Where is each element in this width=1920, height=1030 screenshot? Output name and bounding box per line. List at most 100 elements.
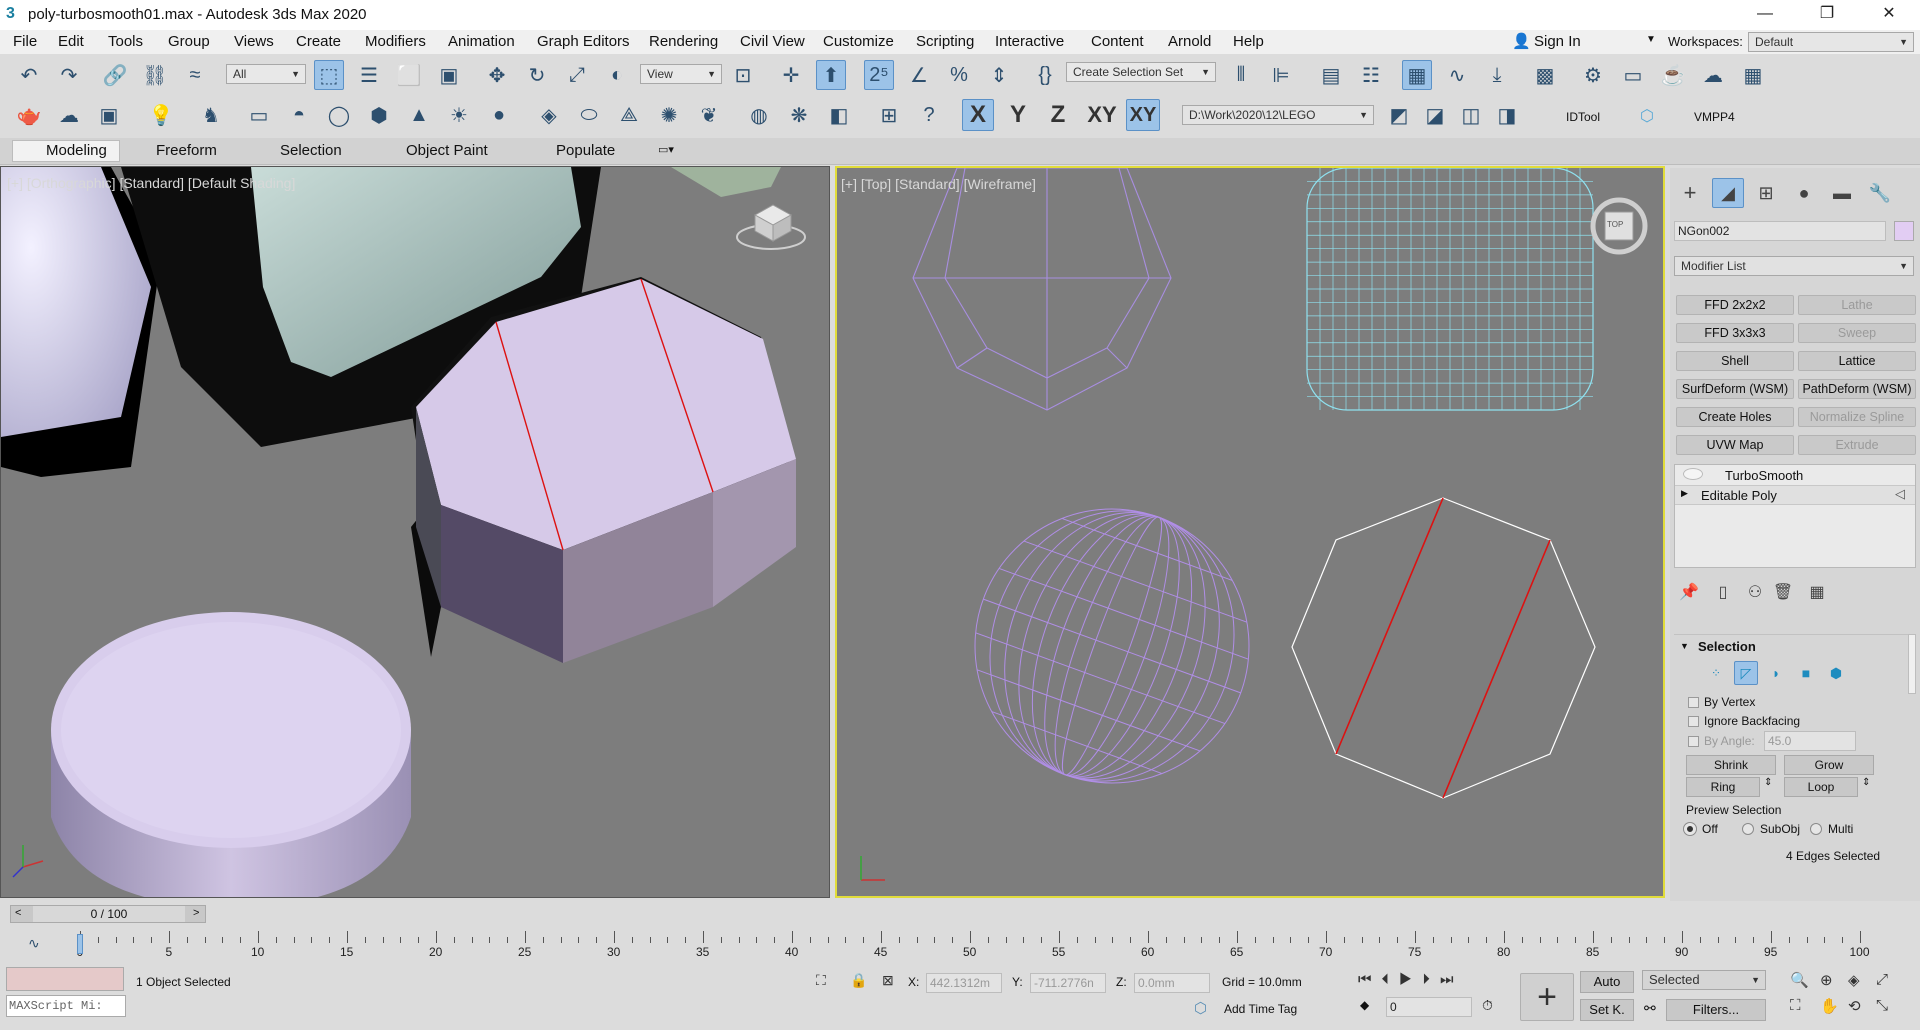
box-primitive-icon[interactable]: ▭	[244, 100, 274, 130]
set-key-big-icon[interactable]: +	[1520, 973, 1574, 1021]
time-slider-label[interactable]: 0 / 100	[33, 906, 185, 922]
selection-rollout-title[interactable]: Selection	[1698, 639, 1756, 654]
zoom-all-icon[interactable]: ⊕	[1820, 971, 1833, 989]
render-region-icon[interactable]: ◧	[824, 100, 854, 130]
go-to-end-icon[interactable]: ⏭	[1440, 971, 1464, 988]
cone-primitive-icon[interactable]: ▲	[404, 100, 434, 130]
menu-group[interactable]: Group	[168, 33, 210, 50]
particles-icon[interactable]: ❋	[784, 100, 814, 130]
modifier-lathe-button[interactable]: Lathe	[1798, 295, 1916, 315]
play-icon[interactable]: ▶	[1399, 971, 1422, 988]
z-coordinate-field[interactable]: 0.0mm	[1134, 973, 1210, 993]
object-color-swatch[interactable]	[1894, 221, 1914, 241]
torus-primitive-icon[interactable]: ◯	[324, 100, 354, 130]
select-by-name-icon[interactable]: ☰	[354, 60, 384, 90]
maximize-button[interactable]: ❐	[1804, 0, 1850, 30]
schematic-view-icon[interactable]: ⤓	[1482, 60, 1512, 90]
render-gallery-icon[interactable]: ▦	[1738, 60, 1768, 90]
bind-space-warp-icon[interactable]: ≈	[180, 60, 210, 90]
tab-selection[interactable]: Selection	[280, 142, 342, 159]
layer-tool-1-icon[interactable]: ◩	[1384, 100, 1414, 130]
previous-frame-icon[interactable]: ⏴	[1382, 971, 1400, 988]
menu-help[interactable]: Help	[1233, 33, 1264, 50]
modifier-extrude-button[interactable]: Extrude	[1798, 435, 1916, 455]
ring-spinner-icon[interactable]: ⇕	[1764, 777, 1772, 788]
percent-snap-icon[interactable]: %	[944, 60, 974, 90]
layer-tool-2-icon[interactable]: ◪	[1420, 100, 1450, 130]
foliage-icon[interactable]: ❦	[694, 100, 724, 130]
selection-set-dropdown[interactable]: Create Selection Set	[1066, 62, 1216, 82]
idtool-button[interactable]: IDTool	[1566, 110, 1600, 124]
close-button[interactable]: ✕	[1866, 0, 1912, 30]
dome-primitive-icon[interactable]: ◓	[284, 100, 314, 130]
selection-lock-icon[interactable]: 🔒	[850, 972, 867, 989]
ref-coord-dropdown[interactable]: View	[640, 64, 722, 84]
ignore-backfacing-checkbox[interactable]	[1688, 716, 1699, 727]
preview-multi-radio[interactable]	[1810, 823, 1822, 835]
modify-panel-icon[interactable]: ◢	[1712, 178, 1744, 208]
edit-named-selection-icon[interactable]: {}	[1030, 60, 1060, 90]
ring-button[interactable]: Ring	[1686, 777, 1760, 797]
menu-arnold[interactable]: Arnold	[1168, 33, 1211, 50]
modifier-sweep-button[interactable]: Sweep	[1798, 323, 1916, 343]
absolute-mode-icon[interactable]: ⊠	[882, 972, 894, 989]
modifier-surfdeform-button[interactable]: SurfDeform (WSM)	[1676, 379, 1794, 399]
shrink-button[interactable]: Shrink	[1686, 755, 1776, 775]
constrain-z-button[interactable]: Z	[1042, 99, 1074, 131]
link-icon[interactable]: 🔗	[100, 60, 130, 90]
menu-civil-view[interactable]: Civil View	[740, 33, 805, 50]
render-setup-icon[interactable]: ⚙	[1578, 60, 1608, 90]
rect-selection-icon[interactable]: ⬜	[394, 60, 424, 90]
capsule-icon[interactable]: ⬭	[574, 100, 604, 130]
teapot-icon[interactable]: 🫖	[14, 100, 44, 130]
window-crossing-icon[interactable]: ▣	[434, 60, 464, 90]
display-panel-icon[interactable]: ▬	[1826, 178, 1858, 208]
tab-freeform[interactable]: Freeform	[156, 142, 217, 159]
angle-snap-icon[interactable]: ∠	[904, 60, 934, 90]
unlink-icon[interactable]: ⛓	[140, 60, 170, 90]
toggle-scene-explorer-icon[interactable]: ▤	[1316, 60, 1346, 90]
light-bulb-icon[interactable]: 💡	[146, 100, 176, 130]
menu-customize[interactable]: Customize	[823, 33, 894, 50]
place-icon[interactable]: ◐	[602, 60, 632, 90]
undo-icon[interactable]: ↶	[14, 60, 44, 90]
hierarchy-panel-icon[interactable]: ⊞	[1750, 178, 1782, 208]
viewport-orthographic-label[interactable]: [+] [Orthographic] [Standard] [Default S…	[7, 175, 295, 191]
help-circle-icon[interactable]: ?	[914, 100, 944, 130]
by-angle-spinner[interactable]: 45.0	[1764, 731, 1856, 751]
modifier-lattice-button[interactable]: Lattice	[1798, 351, 1916, 371]
polygon-level-icon[interactable]: ■	[1794, 661, 1818, 685]
create-panel-icon[interactable]: +	[1674, 178, 1706, 208]
auto-key-button[interactable]: Auto	[1580, 971, 1634, 993]
key-filter-dropdown[interactable]: Selected	[1642, 970, 1766, 990]
pan-view-icon[interactable]: ✋	[1820, 997, 1839, 1015]
menu-create[interactable]: Create	[296, 33, 341, 50]
sun-icon[interactable]: ☀	[444, 100, 474, 130]
key-mode-icon[interactable]: ◆	[1360, 998, 1369, 1012]
tab-populate[interactable]: Populate	[556, 142, 615, 159]
preview-subobj-radio[interactable]	[1742, 823, 1754, 835]
key-mode-toggle-icon[interactable]: ⚯	[1644, 1000, 1656, 1017]
loop-spinner-icon[interactable]: ⇕	[1862, 777, 1870, 788]
configure-modifier-sets-icon[interactable]: ▦	[1804, 580, 1830, 604]
modifier-create-holes-button[interactable]: Create Holes	[1676, 407, 1794, 427]
zoom-icon[interactable]: 🔍	[1790, 971, 1809, 989]
scale-icon[interactable]: ⤢	[562, 60, 592, 90]
sphere-blue-icon[interactable]: ◍	[744, 100, 774, 130]
viewport-top-label[interactable]: [+] [Top] [Standard] [Wireframe]	[841, 176, 1036, 192]
isolate-selection-icon[interactable]: ⛶	[816, 972, 826, 989]
ribbon-options-icon[interactable]: ▭▾	[658, 143, 674, 156]
modifier-uvw-map-button[interactable]: UVW Map	[1676, 435, 1794, 455]
edge-level-icon[interactable]: ◸	[1734, 661, 1758, 685]
viewcube-icon[interactable]	[736, 204, 806, 250]
render-in-cloud-icon[interactable]: ☁	[1698, 60, 1728, 90]
element-level-icon[interactable]: ⬢	[1824, 661, 1848, 685]
select-manipulate-icon[interactable]: ✛	[776, 60, 806, 90]
move-icon[interactable]: ✥	[482, 60, 512, 90]
rollout-collapse-icon[interactable]: ▼	[1680, 641, 1689, 651]
menu-scripting[interactable]: Scripting	[916, 33, 974, 50]
stack-item-turbosmooth[interactable]: TurboSmooth	[1675, 465, 1915, 485]
vmpp4-button[interactable]: VMPP4	[1694, 110, 1735, 124]
timeline-ruler[interactable]: 0510152025303540455055606570758085909510…	[77, 931, 1870, 961]
geosphere-icon[interactable]: ✺	[654, 100, 684, 130]
